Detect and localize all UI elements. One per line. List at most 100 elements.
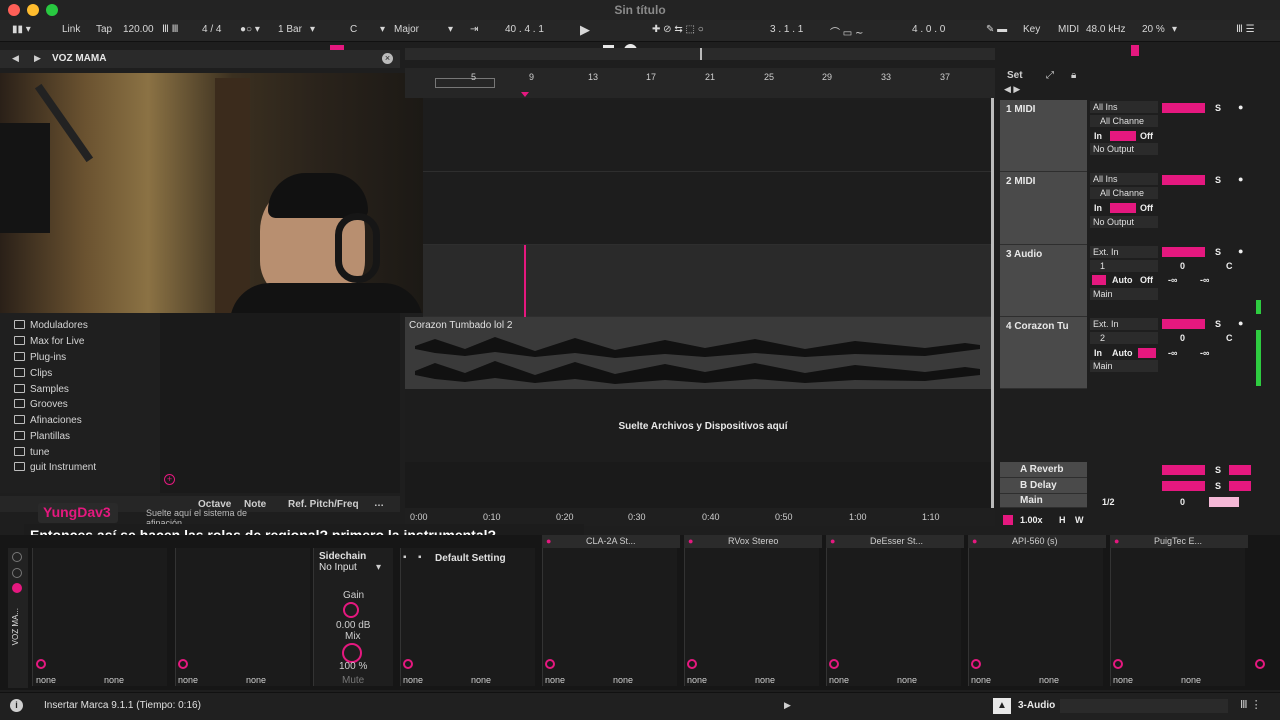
- track-lane-1[interactable]: [423, 100, 991, 172]
- browser-item-tunings[interactable]: Afinaciones: [14, 415, 82, 426]
- macro-knob[interactable]: [403, 659, 413, 669]
- device-header[interactable]: ● DeEsser St...: [826, 535, 964, 548]
- solo-button[interactable]: S: [1215, 481, 1221, 491]
- playhead-marker[interactable]: [521, 92, 529, 97]
- macro-knob[interactable]: [178, 659, 188, 669]
- quantize-select[interactable]: 1 Bar: [278, 24, 302, 35]
- send-a-value[interactable]: -∞: [1168, 275, 1177, 285]
- device-power-icon[interactable]: ●: [1114, 536, 1119, 546]
- mix-knob[interactable]: [342, 643, 362, 663]
- strip-button[interactable]: [12, 552, 22, 562]
- monitor-in[interactable]: In: [1094, 131, 1102, 141]
- channel-select[interactable]: All Channe: [1090, 187, 1158, 199]
- volume-value[interactable]: 0: [1180, 333, 1185, 343]
- beat-ruler[interactable]: 5 9 13 17 21 25 29 33 37: [405, 68, 995, 98]
- back-arrow-icon[interactable]: ◀: [12, 53, 19, 64]
- loop-length-field[interactable]: 4 . 0 . 0: [912, 24, 945, 35]
- channel-select[interactable]: 1: [1090, 260, 1158, 272]
- device-slot[interactable]: [826, 548, 961, 686]
- monitor-auto[interactable]: Auto: [1112, 348, 1133, 358]
- device-header[interactable]: ● RVox Stereo: [684, 535, 822, 548]
- device-power-icon[interactable]: ●: [546, 536, 551, 546]
- gain-knob[interactable]: [343, 602, 359, 618]
- tap-button[interactable]: Tap: [96, 24, 112, 35]
- none-select[interactable]: none: [897, 675, 917, 685]
- hot-swap-icon[interactable]: ▪: [418, 552, 422, 563]
- track-activator[interactable]: [1162, 481, 1205, 491]
- none-select[interactable]: none: [104, 675, 124, 685]
- send-b-value[interactable]: -∞: [1200, 275, 1209, 285]
- macro-knob[interactable]: [829, 659, 839, 669]
- monitor-off[interactable]: Off: [1140, 275, 1153, 285]
- device-power-icon[interactable]: ●: [688, 536, 693, 546]
- main-volume[interactable]: 0: [1180, 497, 1185, 507]
- none-select[interactable]: none: [178, 675, 198, 685]
- return-header-b[interactable]: B Delay: [1000, 478, 1087, 494]
- solo-button[interactable]: S: [1215, 103, 1221, 113]
- track-activator[interactable]: [1162, 247, 1205, 257]
- device-slot[interactable]: [684, 548, 819, 686]
- monitor-auto[interactable]: [1110, 131, 1136, 141]
- midi-map-button[interactable]: MIDI: [1058, 24, 1079, 35]
- tempo-field[interactable]: 120.00: [123, 24, 154, 35]
- none-select[interactable]: none: [403, 675, 423, 685]
- return-header-a[interactable]: A Reverb: [1000, 462, 1087, 478]
- track-lane-3[interactable]: [423, 245, 991, 317]
- browser-item-guit-instrument[interactable]: guit Instrument: [14, 462, 96, 473]
- none-select[interactable]: none: [545, 675, 565, 685]
- scale-select[interactable]: Major: [394, 24, 419, 35]
- device-power-icon[interactable]: ●: [972, 536, 977, 546]
- send-a-value[interactable]: -∞: [1168, 348, 1177, 358]
- track-header-4[interactable]: 4 Corazon Tu: [1000, 317, 1087, 389]
- input-select[interactable]: Ext. In: [1090, 318, 1158, 330]
- device-header[interactable]: ● CLA-2A St...: [542, 535, 680, 548]
- w-button[interactable]: W: [1075, 515, 1084, 525]
- sidechain-input-select[interactable]: No Input: [319, 562, 357, 573]
- song-position-field[interactable]: 40 . 4 . 1: [505, 24, 544, 35]
- follow-icon[interactable]: ⇥: [470, 24, 478, 35]
- key-map-button[interactable]: Key: [1023, 24, 1040, 35]
- monitor-in[interactable]: In: [1094, 348, 1102, 358]
- forward-arrow-icon[interactable]: ▶: [34, 53, 41, 64]
- macro-knob[interactable]: [1113, 659, 1123, 669]
- monitor-off[interactable]: Off: [1140, 203, 1153, 213]
- output-select[interactable]: Main: [1090, 288, 1158, 300]
- none-select[interactable]: none: [1039, 675, 1059, 685]
- solo-button[interactable]: S: [1215, 319, 1221, 329]
- device-header[interactable]: ● API-560 (s): [968, 535, 1106, 548]
- monitor-in[interactable]: In: [1094, 203, 1102, 213]
- track-header-1[interactable]: 1 MIDI: [1000, 100, 1087, 172]
- key-root-select[interactable]: C: [350, 24, 357, 35]
- device-slot[interactable]: [1110, 548, 1245, 686]
- none-select[interactable]: none: [1181, 675, 1201, 685]
- monitor-in[interactable]: [1092, 275, 1106, 285]
- overview-bar[interactable]: [405, 48, 995, 60]
- preset-name[interactable]: Default Setting: [435, 553, 506, 564]
- metronome-icon[interactable]: ●○ ▾: [240, 24, 260, 35]
- monitor-off[interactable]: Off: [1140, 131, 1153, 141]
- cue-select[interactable]: 1/2: [1102, 497, 1115, 507]
- prefader-button[interactable]: [1229, 465, 1251, 475]
- none-select[interactable]: none: [246, 675, 266, 685]
- none-select[interactable]: none: [755, 675, 775, 685]
- send-b-value[interactable]: -∞: [1200, 348, 1209, 358]
- arm-icon[interactable]: ●: [1238, 318, 1243, 328]
- arm-icon[interactable]: ●: [1238, 246, 1243, 256]
- macro-knob[interactable]: [687, 659, 697, 669]
- nav-arrows-icon[interactable]: ◀ ▶: [1004, 84, 1020, 95]
- monitor-off[interactable]: [1138, 348, 1156, 358]
- pan-value[interactable]: C: [1226, 261, 1233, 271]
- browser-item-max-for-live[interactable]: Max for Live: [14, 336, 84, 347]
- browser-item-plugins[interactable]: Plug-ins: [14, 352, 66, 363]
- macro-knob[interactable]: [36, 659, 46, 669]
- track-activator[interactable]: [1162, 175, 1205, 185]
- drop-zone[interactable]: Suelte Archivos y Dispositivos aquí: [405, 389, 991, 462]
- draw-mode-icon[interactable]: ✎ ▬: [986, 24, 1007, 35]
- input-select[interactable]: All Ins: [1090, 173, 1158, 185]
- solo-button[interactable]: S: [1215, 247, 1221, 257]
- channel-select[interactable]: 2: [1090, 332, 1158, 344]
- track-activator[interactable]: [1162, 465, 1205, 475]
- time-signature-field[interactable]: 4 / 4: [202, 24, 221, 35]
- none-select[interactable]: none: [687, 675, 707, 685]
- input-select[interactable]: Ext. In: [1090, 246, 1158, 258]
